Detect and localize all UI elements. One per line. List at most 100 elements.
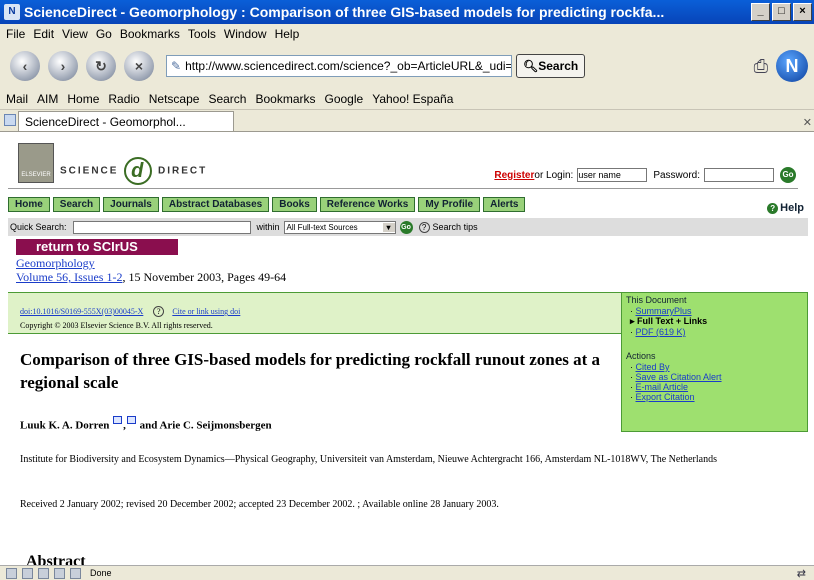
netscape-app-icon: N — [4, 4, 20, 20]
bookmark-google[interactable]: Google — [325, 92, 364, 106]
close-tab-icon[interactable]: ✕ — [803, 116, 812, 129]
bookmark-aim[interactable]: AIM — [37, 92, 58, 106]
sciencedirect-logo[interactable]: SCIENCE d DIRECT — [60, 157, 207, 185]
url-field[interactable]: ✎ http://www.sciencedirect.com/science?_… — [166, 55, 512, 77]
forward-button[interactable]: › — [48, 51, 78, 81]
doi-link[interactable]: doi:10.1016/S0169-555X(03)00045-X — [20, 307, 143, 316]
menu-edit[interactable]: Edit — [33, 27, 54, 41]
search-tips-icon: ? — [418, 221, 430, 233]
nav-home[interactable]: Home — [8, 196, 50, 212]
menu-view[interactable]: View — [62, 27, 88, 41]
window-titlebar: N ScienceDirect - Geomorphology : Compar… — [0, 0, 814, 24]
chevron-down-icon: ▾ — [382, 222, 395, 232]
login-go-button[interactable]: Go — [780, 167, 796, 183]
menu-go[interactable]: Go — [96, 27, 112, 41]
menu-window[interactable]: Window — [224, 27, 267, 41]
quick-search-label: Quick Search: — [10, 222, 67, 232]
bookmark-yahoo[interactable]: Yahoo! España — [372, 92, 453, 106]
password-field[interactable] — [704, 168, 774, 182]
menu-help[interactable]: Help — [275, 27, 300, 41]
menu-tools[interactable]: Tools — [188, 27, 216, 41]
aim-status-icon[interactable] — [38, 567, 49, 579]
help-icon: ? — [767, 203, 779, 214]
reload-button[interactable]: ↻ — [86, 51, 116, 81]
help-label: Help — [780, 202, 804, 214]
register-link[interactable]: Register — [494, 170, 534, 181]
print-icon[interactable]: ⎙ — [754, 56, 768, 77]
bookmark-mail[interactable]: Mail — [6, 92, 28, 106]
cite-link[interactable]: Cite or link using doi — [172, 307, 240, 316]
nav-alerts[interactable]: Alerts — [483, 196, 526, 212]
journal-link[interactable]: Geomorphology — [16, 256, 95, 270]
tab-bar: ScienceDirect - Geomorphol... — [0, 110, 814, 132]
author-info-icon[interactable] — [113, 416, 123, 424]
bookmark-netscape[interactable]: Netscape — [149, 92, 200, 106]
summaryplus-item: · SummaryPlus — [630, 306, 692, 316]
search-button[interactable]: 🔍︎ Search — [516, 54, 586, 78]
email-article-item: · E-mail Article — [630, 382, 689, 392]
actions-heading: Actions — [626, 351, 656, 361]
bookmark-home[interactable]: Home — [67, 92, 99, 106]
email-article-link[interactable]: E-mail Article — [636, 382, 689, 392]
tab-sciencedirect[interactable]: ScienceDirect - Geomorphol... — [18, 111, 234, 131]
author-seijmonsbergen: and Arie C. Seijmonsbergen — [139, 419, 272, 432]
cite-help-icon: ? — [153, 306, 165, 317]
nav-abstract-databases[interactable]: Abstract Databases — [161, 196, 270, 212]
navigation-toolbar: ‹ › ↻ × ✎ http://www.sciencedirect.com/s… — [0, 44, 814, 88]
login-area: Register or Login: Password: Go — [494, 167, 796, 183]
search-tips-link[interactable]: Search tips — [433, 222, 478, 232]
quick-search-input[interactable] — [72, 220, 251, 234]
nav-journals[interactable]: Journals — [103, 196, 159, 212]
help-link[interactable]: ? Help — [767, 202, 804, 214]
cited-by-link[interactable]: Cited By — [636, 362, 670, 372]
nav-books[interactable]: Books — [272, 196, 317, 212]
or-login-label: or Login: — [534, 169, 574, 181]
within-select-value: All Full-text Sources — [286, 222, 358, 232]
save-citation-alert-link[interactable]: Save as Citation Alert — [636, 372, 722, 382]
side-panel: This Document · SummaryPlus ▸ Full Text … — [621, 292, 808, 432]
menu-file[interactable]: File — [6, 27, 25, 41]
netscape-throbber-icon[interactable]: N — [776, 50, 808, 82]
quick-search-go-button[interactable]: Go — [399, 220, 413, 234]
export-citation-link[interactable]: Export Citation — [636, 392, 695, 402]
email-icon[interactable] — [126, 416, 136, 424]
volume-link[interactable]: Volume 56, Issues 1-2 — [16, 270, 122, 284]
username-field[interactable] — [577, 168, 648, 182]
maximize-button[interactable]: □ — [772, 3, 791, 21]
return-to-scirus-banner[interactable]: return to SCIrUS — [16, 239, 178, 255]
search-icon: 🔍︎ — [523, 59, 539, 73]
address-book-icon[interactable] — [70, 567, 81, 579]
summaryplus-link[interactable]: SummaryPlus — [636, 306, 692, 316]
volume-info: Volume 56, Issues 1-2, 15 November 2003,… — [16, 270, 286, 285]
logo-science: SCIENCE — [60, 165, 119, 177]
nav-my-profile[interactable]: My Profile — [418, 196, 481, 212]
pdf-link[interactable]: PDF (619 K) — [636, 327, 686, 337]
new-tab-icon[interactable] — [4, 114, 16, 126]
sciencedirect-header: ELSEVIER SCIENCE d DIRECT Register or Lo… — [8, 143, 808, 185]
stop-button[interactable]: × — [124, 51, 154, 81]
close-button[interactable]: × — [793, 3, 812, 21]
pdf-item: · PDF (619 K) — [630, 327, 686, 337]
bookmark-search[interactable]: Search — [208, 92, 246, 106]
minimize-button[interactable]: _ — [751, 3, 770, 21]
page-icon: ✎ — [171, 59, 182, 73]
elsevier-logo[interactable]: ELSEVIER — [18, 143, 54, 183]
sciencedirect-nav: Home Search Journals Abstract Databases … — [8, 194, 808, 214]
bookmark-bookmarks[interactable]: Bookmarks — [255, 92, 315, 106]
volume-details: , 15 November 2003, Pages 49-64 — [122, 270, 287, 284]
mail-status-icon[interactable] — [22, 567, 33, 579]
composer-icon[interactable] — [54, 567, 65, 579]
back-button[interactable]: ‹ — [10, 51, 40, 81]
nav-search[interactable]: Search — [52, 196, 101, 212]
author-dorren: Luuk K. A. Dorren — [20, 419, 110, 432]
divider — [8, 188, 798, 189]
save-alert-item: · Save as Citation Alert — [630, 372, 722, 382]
menu-bookmarks[interactable]: Bookmarks — [120, 27, 180, 41]
full-text-item: ▸ Full Text + Links — [630, 316, 708, 326]
nav-reference-works[interactable]: Reference Works — [319, 196, 416, 212]
doi-line: doi:10.1016/S0169-555X(03)00045-X ? Cite… — [20, 306, 240, 317]
bookmark-radio[interactable]: Radio — [108, 92, 139, 106]
online-status-icon[interactable]: ⇄ — [797, 567, 806, 580]
within-select[interactable]: All Full-text Sources ▾ — [283, 220, 396, 234]
security-icon[interactable] — [6, 567, 17, 579]
